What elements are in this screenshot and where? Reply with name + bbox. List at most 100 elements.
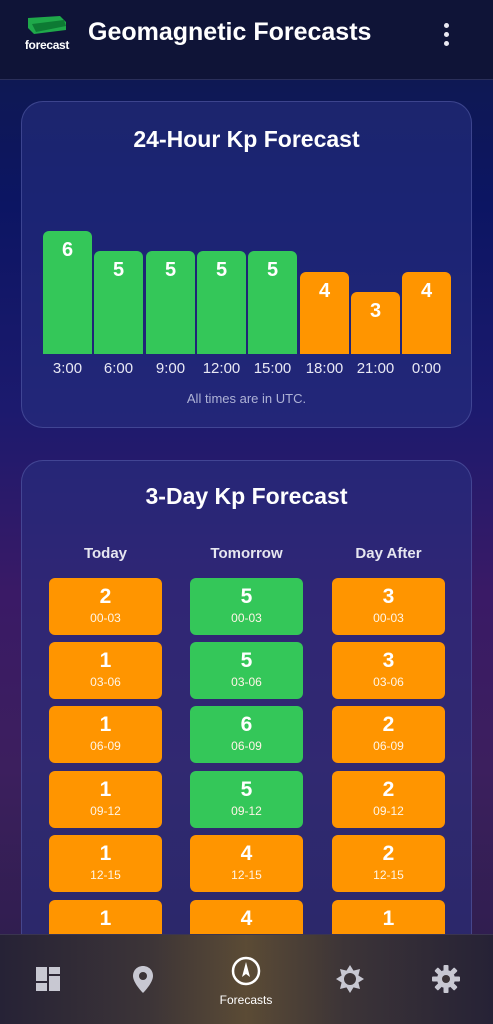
time-label: 3:00 [52, 360, 83, 377]
nav-item-label: Forecasts [219, 993, 273, 1007]
time-label: 18:00 [305, 360, 344, 377]
kp-bar: 5 [248, 251, 297, 354]
kp-period-cell: 5 09-12 [190, 771, 303, 828]
time-label: 15:00 [253, 360, 292, 377]
kp-period-value: 5 [240, 649, 253, 672]
kp-period-cell: 1 12-15 [49, 835, 162, 892]
kp-period-range: 03-06 [90, 675, 121, 689]
kp-bar: 5 [94, 251, 143, 354]
kp-period-value: 4 [240, 842, 253, 865]
kp-period-cell: 2 06-09 [332, 706, 445, 763]
kp-bar: 5 [146, 251, 195, 354]
kp-period-range: 12-15 [90, 868, 121, 882]
kp-period-range: 12-15 [231, 868, 262, 882]
kp-period-range: 09-12 [373, 804, 404, 818]
kp-period-cell: 2 00-03 [49, 578, 162, 635]
hourly-forecast-title: 24-Hour Kp Forecast [133, 126, 360, 152]
compass-icon [230, 955, 262, 987]
kp-period-cell: 1 06-09 [49, 706, 162, 763]
kp-period-range: 09-12 [231, 804, 262, 818]
time-label: 12:00 [202, 360, 241, 377]
time-label: 9:00 [155, 360, 186, 377]
day-column-header: Today [83, 545, 128, 562]
kp-period-value: 5 [240, 585, 253, 608]
daily-forecast-title: 3-Day Kp Forecast [145, 483, 348, 509]
kp-bar: 4 [402, 272, 451, 354]
kp-bar-value: 5 [164, 259, 177, 281]
kp-period-cell: 2 12-15 [332, 835, 445, 892]
kp-period-range: 06-09 [373, 739, 404, 753]
time-label: 21:00 [356, 360, 395, 377]
hourly-time-labels: 3:00 6:00 9:00 12:00 15:00 18:00 21:00 0:00 [43, 360, 453, 380]
kp-period-value: 1 [99, 778, 112, 801]
timezone-note: All times are in UTC. [186, 391, 307, 406]
kp-period-value: 5 [240, 778, 253, 801]
kp-period-cell: 1 09-12 [49, 771, 162, 828]
nav-item-dashboard[interactable] [18, 935, 78, 1024]
kp-period-cell: 2 09-12 [332, 771, 445, 828]
nav-item-location-pin[interactable] [113, 935, 173, 1024]
kp-period-range: 00-03 [90, 611, 121, 625]
kp-period-value: 2 [382, 778, 395, 801]
kp-period-range: 06-09 [231, 739, 262, 753]
hourly-bar-chart: 6 5 5 5 5 4 3 4 [43, 230, 453, 354]
nav-item-sun[interactable] [320, 935, 380, 1024]
more-vert-icon[interactable] [436, 20, 456, 48]
kp-period-range: 03-06 [231, 675, 262, 689]
dashboard-icon [32, 963, 64, 995]
app-logo: forecast [22, 14, 72, 56]
kp-period-range: 03-06 [373, 675, 404, 689]
kp-period-value: 6 [240, 713, 253, 736]
kp-period-value: 1 [99, 649, 112, 672]
kp-period-cell: 3 03-06 [332, 642, 445, 699]
time-label: 6:00 [103, 360, 134, 377]
bottom-navigation: Forecasts [0, 934, 493, 1024]
day-column-header: Tomorrow [210, 545, 283, 562]
location-pin-icon [127, 963, 159, 995]
kp-bar: 6 [43, 231, 92, 354]
app-bar: forecast Geomagnetic Forecasts [0, 0, 493, 80]
kp-period-range: 00-03 [231, 611, 262, 625]
kp-period-value: 4 [240, 907, 253, 930]
kp-period-cell: 6 06-09 [190, 706, 303, 763]
kp-period-cell: 3 00-03 [332, 578, 445, 635]
kp-period-value: 3 [382, 649, 395, 672]
kp-period-value: 1 [99, 713, 112, 736]
kp-period-cell: 5 00-03 [190, 578, 303, 635]
logo-text: forecast [24, 38, 70, 52]
settings-gear-icon [430, 963, 462, 995]
kp-period-value: 3 [382, 585, 395, 608]
kp-period-value: 2 [99, 585, 112, 608]
kp-period-cell: 5 03-06 [190, 642, 303, 699]
nav-item-compass[interactable]: Forecasts [216, 935, 276, 1024]
kp-period-range: 12-15 [373, 868, 404, 882]
day-column-header: Day After [355, 545, 422, 562]
kp-bar-value: 4 [420, 280, 433, 302]
kp-period-range: 09-12 [90, 804, 121, 818]
kp-bar: 4 [300, 272, 349, 354]
kp-bar: 5 [197, 251, 246, 354]
logo-mark-icon [28, 16, 66, 34]
kp-period-value: 2 [382, 713, 395, 736]
kp-bar-value: 4 [318, 280, 331, 302]
kp-bar-value: 5 [112, 259, 125, 281]
kp-bar-value: 6 [61, 239, 74, 261]
time-label: 0:00 [411, 360, 442, 377]
kp-period-value: 1 [99, 842, 112, 865]
kp-period-range: 00-03 [373, 611, 404, 625]
app-title: Geomagnetic Forecasts [88, 18, 372, 46]
kp-period-value: 1 [99, 907, 112, 930]
daily-forecast-card: 3-Day Kp Forecast Today 2 00-03 1 03-06 1 06-0… [21, 460, 472, 1000]
sun-icon [334, 963, 366, 995]
kp-bar-value: 5 [215, 259, 228, 281]
kp-period-cell: 4 12-15 [190, 835, 303, 892]
hourly-forecast-card: 24-Hour Kp Forecast 6 5 5 5 5 4 3 4 3:00 6:00 9:0… [21, 101, 472, 428]
kp-bar: 3 [351, 292, 400, 354]
kp-bar-value: 3 [369, 300, 382, 322]
kp-period-value: 2 [382, 842, 395, 865]
kp-period-range: 06-09 [90, 739, 121, 753]
kp-period-cell: 1 03-06 [49, 642, 162, 699]
nav-item-settings-gear[interactable] [416, 935, 476, 1024]
kp-period-value: 1 [382, 907, 395, 930]
kp-bar-value: 5 [266, 259, 279, 281]
